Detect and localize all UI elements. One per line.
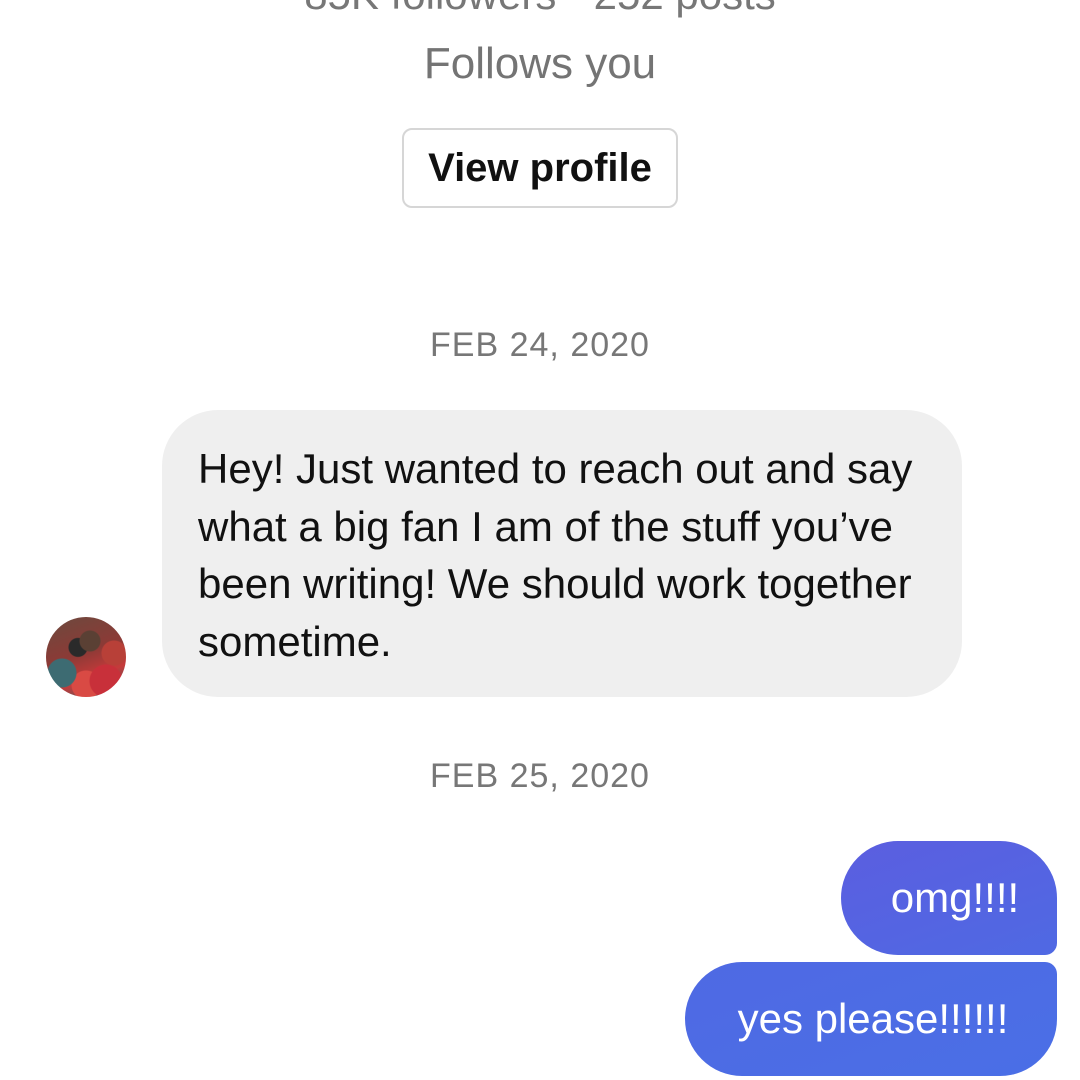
profile-stats: 85K followers · 252 posts [0,0,1080,20]
outgoing-message-bubble[interactable]: yes please!!!!!! [685,962,1057,1076]
date-separator: FEB 25, 2020 [430,757,650,795]
outgoing-message-bubble[interactable]: omg!!!! [841,841,1057,955]
view-profile-button[interactable]: View profile [402,128,678,208]
sender-avatar[interactable] [46,617,126,697]
follows-you-label: Follows you [423,39,657,88]
incoming-message-bubble[interactable]: Hey! Just wanted to reach out and say wh… [162,410,962,697]
date-separator: FEB 24, 2020 [430,326,650,364]
